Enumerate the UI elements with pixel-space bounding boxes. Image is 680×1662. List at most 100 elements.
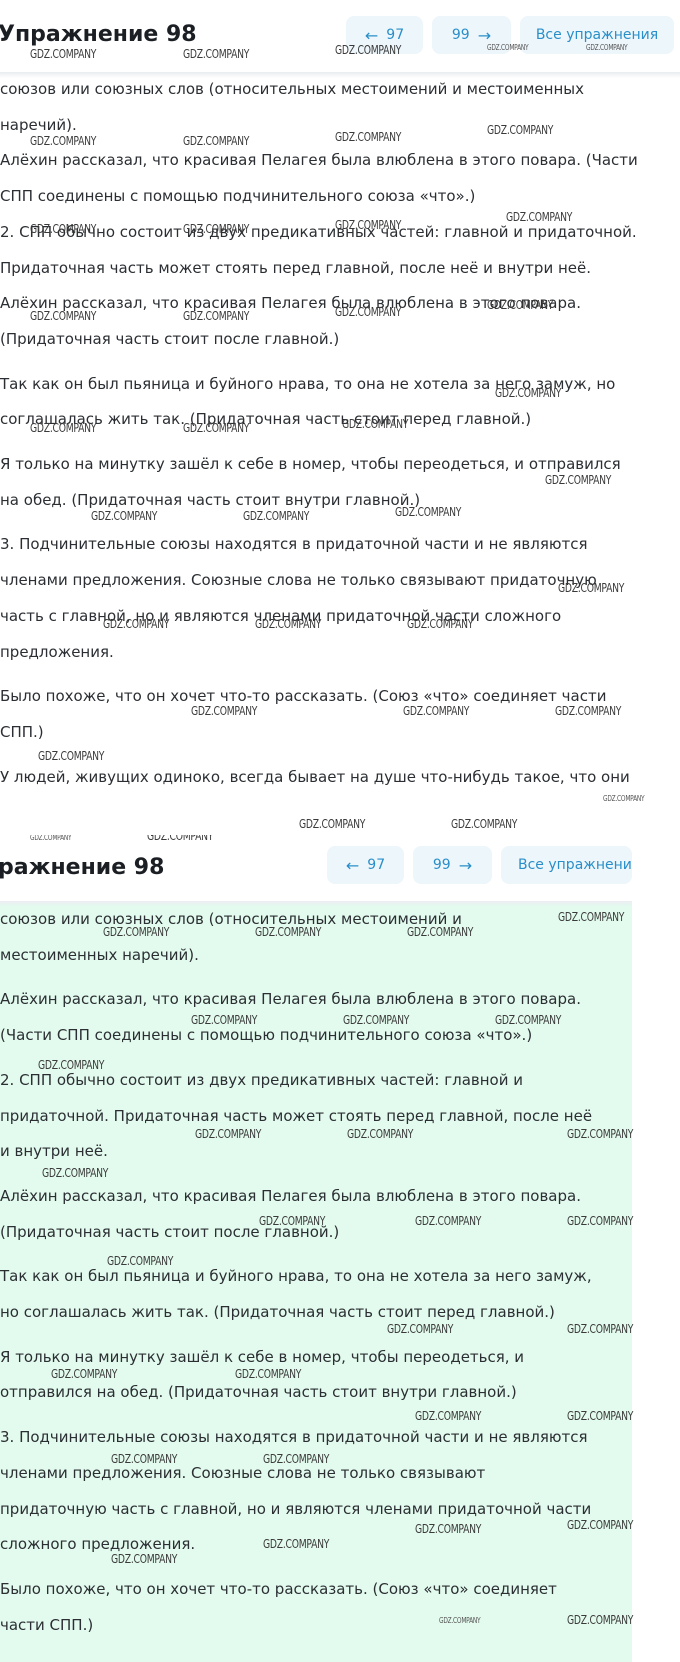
watermark: GDZ.COMPANY <box>555 703 622 718</box>
prev-exercise-label: 97 <box>386 27 405 43</box>
watermark: GDZ.COMPANY <box>567 1321 634 1336</box>
text-line: Было похоже, что он хочет что-то рассказ… <box>0 687 607 706</box>
watermark: GDZ.COMPANY <box>558 580 625 595</box>
next-exercise-label: 99 <box>432 857 451 873</box>
watermark: GDZ.COMPANY <box>335 304 402 319</box>
watermark: GDZ.COMPANY <box>111 1451 178 1466</box>
watermark: GDZ.COMPANY <box>586 43 628 52</box>
watermark: GDZ.COMPANY <box>343 1012 410 1027</box>
watermark: GDZ.COMPANY <box>545 472 612 487</box>
text-line: Было похоже, что он хочет что-то рассказ… <box>0 1579 557 1598</box>
watermark: GDZ.COMPANY <box>263 1451 330 1466</box>
watermark: GDZ.COMPANY <box>335 217 402 232</box>
text-line: У людей, живущих одиноко, всегда бывает … <box>0 767 630 786</box>
watermark: GDZ.COMPANY <box>255 924 322 939</box>
watermark: GDZ.COMPANY <box>415 1521 482 1536</box>
text-line: союзов или союзных слов (относительных м… <box>0 80 584 98</box>
watermark: GDZ.COMPANY <box>183 221 250 236</box>
watermark: GDZ.COMPANY <box>235 1366 302 1381</box>
watermark: GDZ.COMPANY <box>415 1408 482 1423</box>
watermark: GDZ.COMPANY <box>487 122 554 137</box>
watermark: GDZ.COMPANY <box>183 46 250 61</box>
watermark: GDZ.COMPANY <box>451 816 518 831</box>
exercise-panel-bottom: ражнение 98 ← 97 99 → Все упражнени союз… <box>0 835 680 1662</box>
watermark: GDZ.COMPANY <box>407 616 474 631</box>
watermark: GDZ.COMPANY <box>103 924 170 939</box>
watermark: GDZ.COMPANY <box>191 703 258 718</box>
watermark: GDZ.COMPANY <box>255 616 322 631</box>
text-line: Придаточная часть может стоять перед гла… <box>0 258 591 277</box>
next-exercise-button[interactable]: 99 → <box>413 846 492 884</box>
watermark: GDZ.COMPANY <box>30 221 97 236</box>
page-title: ражнение 98 <box>0 855 165 880</box>
watermark: GDZ.COMPANY <box>558 909 625 924</box>
watermark: GDZ.COMPANY <box>30 46 97 61</box>
text-line: (Придаточная часть стоит после главной.) <box>0 329 340 348</box>
watermark: GDZ.COMPANY <box>506 209 573 224</box>
prev-exercise-button[interactable]: ← 97 <box>327 846 404 884</box>
watermark: GDZ.COMPANY <box>111 1551 178 1566</box>
text-line: но соглашалась жить так. (Придаточная ча… <box>0 1303 555 1322</box>
watermark: GDZ.COMPANY <box>38 1057 105 1072</box>
text-line: Я только на минутку зашёл к себе в номер… <box>0 455 621 474</box>
watermark: GDZ.COMPANY <box>395 504 462 519</box>
watermark: GDZ.COMPANY <box>603 794 645 803</box>
watermark: GDZ.COMPANY <box>38 748 105 763</box>
watermark: GDZ.COMPANY <box>299 816 366 831</box>
watermark: GDZ.COMPANY <box>567 1408 634 1423</box>
text-line: придаточную часть с главной, но и являют… <box>0 1499 592 1518</box>
watermark: GDZ.COMPANY <box>42 1165 109 1180</box>
all-exercises-label: Все упражнения <box>535 27 659 43</box>
watermark: GDZ.COMPANY <box>347 1126 414 1141</box>
watermark: GDZ.COMPANY <box>387 1321 454 1336</box>
watermark: GDZ.COMPANY <box>335 129 402 144</box>
watermark: GDZ.COMPANY <box>567 1517 634 1532</box>
all-exercises-button[interactable]: Все упражнени <box>501 846 632 884</box>
watermark: GDZ.COMPANY <box>243 508 310 523</box>
text-line: придаточной. Придаточная часть может сто… <box>0 1106 593 1125</box>
exercise-panel-top: Упражнение 98 ← 97 99 → Все упражнения с… <box>0 0 680 835</box>
watermark: GDZ.COMPANY <box>407 924 474 939</box>
watermark: GDZ.COMPANY <box>103 616 170 631</box>
watermark: GDZ.COMPANY <box>183 420 250 435</box>
watermark: GDZ.COMPANY <box>495 1012 562 1027</box>
watermark: GDZ.COMPANY <box>439 1616 481 1625</box>
watermark: GDZ.COMPANY <box>342 416 409 431</box>
watermark: GDZ.COMPANY <box>487 297 554 312</box>
watermark: GDZ.COMPANY <box>30 835 72 842</box>
watermark: GDZ.COMPANY <box>259 1213 326 1228</box>
arrow-right-icon: → <box>458 855 473 875</box>
watermark: GDZ.COMPANY <box>107 1253 174 1268</box>
watermark: GDZ.COMPANY <box>191 1012 258 1027</box>
watermark: GDZ.COMPANY <box>183 133 250 148</box>
watermark: GDZ.COMPANY <box>415 1213 482 1228</box>
arrow-left-icon: ← <box>345 855 360 875</box>
arrow-right-icon: → <box>477 25 492 45</box>
text-line: СПП.) <box>0 722 44 741</box>
next-exercise-label: 99 <box>451 27 470 43</box>
watermark: GDZ.COMPANY <box>30 420 97 435</box>
text-line: Алёхин рассказал, что красивая Пелагея б… <box>0 1186 581 1205</box>
page-title: Упражнение 98 <box>0 22 197 47</box>
text-line: Алёхин рассказал, что красивая Пелагея б… <box>0 151 638 170</box>
text-line: местоименных наречий). <box>0 945 199 964</box>
watermark: GDZ.COMPANY <box>567 1612 634 1627</box>
watermark: GDZ.COMPANY <box>403 703 470 718</box>
text-line: Так как он был пьяница и буйного нрава, … <box>0 1267 592 1286</box>
text-line: предложения. <box>0 642 114 661</box>
watermark: GDZ.COMPANY <box>183 308 250 323</box>
watermark: GDZ.COMPANY <box>487 43 529 52</box>
watermark: GDZ.COMPANY <box>335 42 402 57</box>
prev-exercise-label: 97 <box>367 857 386 873</box>
watermark: GDZ.COMPANY <box>30 133 97 148</box>
text-line: части СПП.) <box>0 1615 94 1634</box>
watermark: GDZ.COMPANY <box>495 385 562 400</box>
watermark: GDZ.COMPANY <box>91 508 158 523</box>
watermark: GDZ.COMPANY <box>30 308 97 323</box>
watermark: GDZ.COMPANY <box>567 1126 634 1141</box>
watermark: GDZ.COMPANY <box>51 1366 118 1381</box>
watermark: GDZ.COMPANY <box>567 1213 634 1228</box>
watermark: GDZ.COMPANY <box>147 835 214 843</box>
text-line: 3. Подчинительные союзы находятся в прид… <box>0 535 588 554</box>
text-line: членами предложения. Союзные слова не то… <box>0 571 597 590</box>
